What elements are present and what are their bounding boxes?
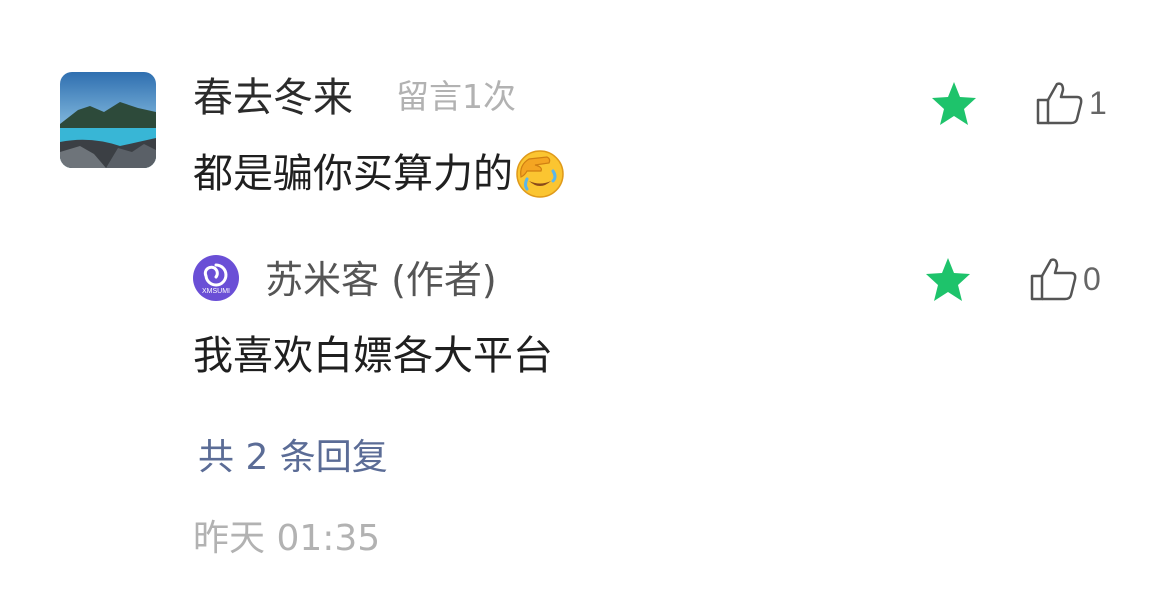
face-palm-emoji-icon [515, 149, 565, 199]
thumbs-up-icon [1030, 258, 1077, 301]
author-avatar-label: XMSUMI [202, 288, 230, 295]
view-replies-link[interactable]: 共 2 条回复 [198, 434, 388, 482]
like-button[interactable]: 1 [1035, 80, 1107, 126]
author-name[interactable]: 苏米客 (作者) [265, 255, 497, 305]
author-avatar[interactable]: XMSUMI [193, 255, 239, 301]
reply-text: 我喜欢白嫖各大平台 [193, 333, 553, 379]
author-star-icon[interactable] [923, 256, 973, 304]
commenter-avatar[interactable] [60, 72, 156, 168]
comment-text-content: 都是骗你买算力的 [193, 151, 513, 197]
reply-like-count: 0 [1083, 261, 1101, 297]
star-icon[interactable] [929, 80, 979, 128]
reply-like-button[interactable]: 0 [1029, 256, 1101, 302]
comment-text: 都是骗你买算力的 [193, 148, 565, 200]
like-count: 1 [1089, 85, 1107, 121]
comment-thread: 春去冬来 留言1次 都是骗你买算力的 1 XMSUMI 苏米客 (作者) 0 我… [0, 0, 1170, 601]
thumbs-up-icon [1036, 82, 1083, 125]
comment-timestamp: 昨天 01:35 [193, 518, 381, 559]
commenter-name[interactable]: 春去冬来 [193, 72, 353, 124]
message-count: 留言1次 [396, 77, 516, 116]
